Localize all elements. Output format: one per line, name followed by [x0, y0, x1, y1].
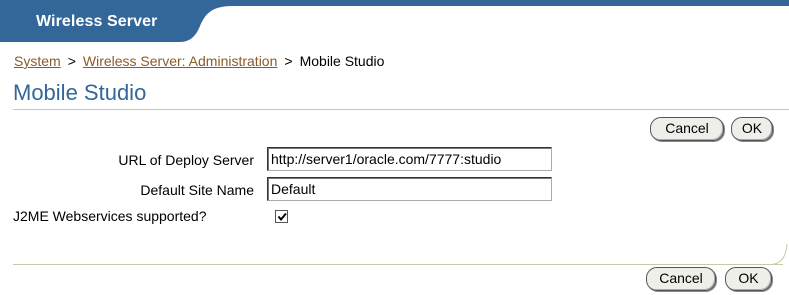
header-bar: Wireless Server: [0, 0, 789, 42]
breadcrumb-separator: >: [67, 53, 76, 69]
cancel-button-top[interactable]: Cancel: [650, 117, 724, 141]
site-name-input[interactable]: [267, 177, 552, 201]
breadcrumb: System > Wireless Server: Administration > M…: [14, 53, 384, 69]
deploy-server-label: URL of Deploy Server: [118, 152, 254, 168]
breadcrumb-current: Mobile Studio: [299, 53, 385, 69]
deploy-server-input[interactable]: [267, 147, 552, 171]
breadcrumb-link-administration[interactable]: Wireless Server: Administration: [83, 53, 278, 69]
app-title: Wireless Server: [36, 13, 158, 30]
bottom-divider-curve: [770, 244, 788, 265]
page-title: Mobile Studio: [13, 80, 147, 105]
breadcrumb-separator: >: [284, 53, 293, 69]
breadcrumb-link-system[interactable]: System: [14, 53, 61, 69]
title-divider: [13, 109, 789, 110]
j2me-label: J2ME Webservices supported?: [13, 208, 207, 224]
bottom-divider: [13, 264, 783, 265]
ok-button-bottom[interactable]: OK: [725, 267, 772, 291]
j2me-checkbox[interactable]: [275, 210, 288, 223]
site-name-label: Default Site Name: [140, 182, 254, 198]
checkmark-icon: [277, 212, 287, 222]
ok-button-top[interactable]: OK: [731, 117, 773, 141]
cancel-button-bottom[interactable]: Cancel: [646, 267, 716, 291]
